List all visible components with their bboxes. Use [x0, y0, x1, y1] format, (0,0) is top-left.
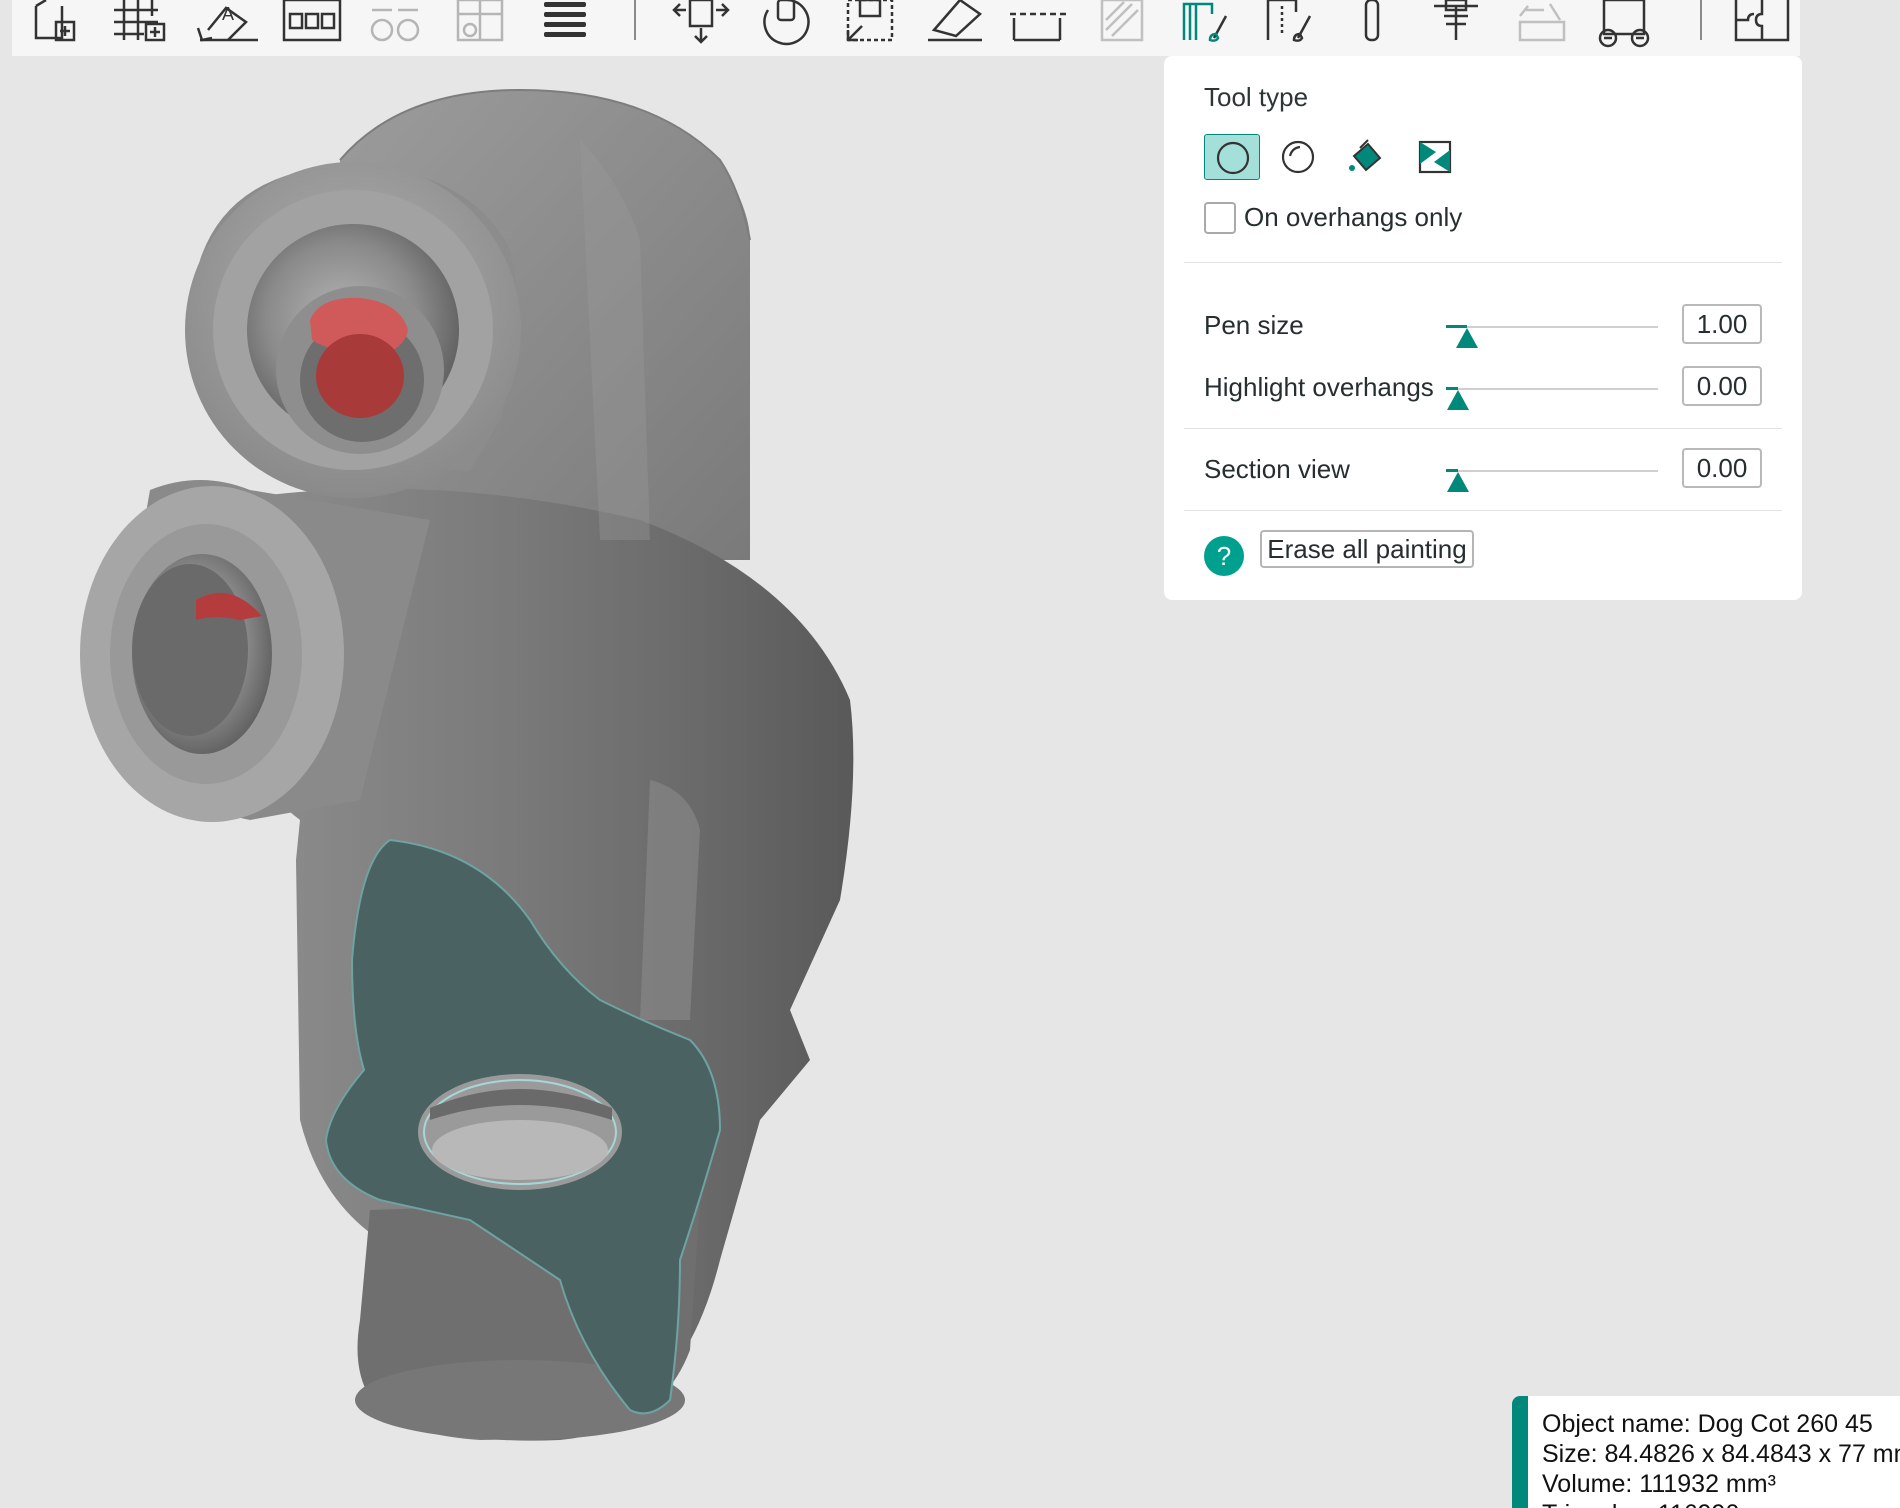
circle-brush-icon: [1216, 141, 1250, 175]
measure-icon[interactable]: [1504, 0, 1576, 52]
circle-brush-button[interactable]: [1204, 134, 1260, 180]
overhangs-only-label: On overhangs only: [1244, 202, 1463, 232]
toolbar-separator: [1700, 0, 1702, 40]
assembly-icon[interactable]: [1588, 0, 1660, 52]
erase-all-painting-button[interactable]: Erase all painting: [1260, 530, 1474, 568]
slider-thumb[interactable]: [1447, 472, 1469, 492]
support-painting-icon[interactable]: [1168, 0, 1240, 52]
fill-bucket-button[interactable]: [1338, 134, 1394, 180]
highlight-overhangs-value[interactable]: 0.00: [1682, 366, 1762, 406]
svg-text:A: A: [222, 4, 234, 24]
gap-fill-icon: [1418, 140, 1452, 174]
add-plate-icon[interactable]: [106, 0, 178, 52]
variable-layer-height-icon[interactable]: [1336, 0, 1408, 52]
slider-thumb[interactable]: [1447, 390, 1469, 410]
object-volume-text: Volume: 111932 mm³: [1542, 1470, 1776, 1498]
tool-type-title: Tool type: [1204, 82, 1309, 112]
upper-boss[interactable]: [185, 162, 521, 498]
add-cube-icon[interactable]: [22, 0, 94, 52]
highlight-overhangs-label: Highlight overhangs: [1204, 372, 1434, 402]
pen-size-slider[interactable]: [1446, 322, 1658, 352]
pen-size-label: Pen size: [1204, 310, 1304, 340]
panel-divider: [1184, 262, 1782, 263]
sphere-brush-button[interactable]: [1270, 134, 1326, 180]
toolbar-separator: [634, 0, 636, 40]
section-view-value[interactable]: 0.00: [1682, 448, 1762, 488]
auto-orient-icon[interactable]: A: [190, 0, 262, 52]
panel-divider: [1184, 510, 1782, 511]
object-triangles-text: Triangles: 116990: [1542, 1500, 1739, 1508]
rotate-icon[interactable]: [748, 0, 820, 52]
section-view-label: Section view: [1204, 454, 1350, 484]
object-info-panel: Object name: Dog Cot 260 45 Size: 84.482…: [1512, 1396, 1900, 1508]
help-icon[interactable]: ?: [1204, 536, 1244, 576]
section-view-slider[interactable]: [1446, 466, 1658, 496]
overhangs-only-checkbox[interactable]: [1204, 202, 1236, 234]
top-toolbar: A: [12, 0, 1800, 56]
blocker-paint-region: [316, 334, 404, 418]
fill-bucket-icon: [1349, 139, 1382, 172]
panel-divider: [1184, 428, 1782, 429]
slider-thumb[interactable]: [1456, 328, 1479, 348]
sphere-brush-icon: [1281, 140, 1315, 174]
object-size-text: Size: 84.4826 x 84.4843 x 77 mm: [1542, 1440, 1900, 1468]
layers-icon[interactable]: [526, 0, 598, 52]
cut-icon[interactable]: [1000, 0, 1072, 52]
mesh-boolean-icon[interactable]: [1084, 0, 1156, 52]
support-paint-panel: Tool type On overhangs only Pen size 1.0…: [1164, 56, 1802, 600]
scale-icon[interactable]: [832, 0, 904, 52]
lay-on-face-icon[interactable]: [916, 0, 988, 52]
highlight-overhangs-slider[interactable]: [1446, 384, 1658, 414]
split-objects-icon[interactable]: [358, 0, 430, 52]
move-icon[interactable]: [664, 0, 736, 52]
color-painting-icon[interactable]: [1420, 0, 1492, 52]
object-name-text: Object name: Dog Cot 260 45: [1542, 1410, 1873, 1438]
split-parts-icon[interactable]: [442, 0, 514, 52]
pen-size-value[interactable]: 1.00: [1682, 304, 1762, 344]
gap-fill-button[interactable]: [1406, 134, 1462, 180]
arrange-icon[interactable]: [274, 0, 346, 52]
seam-painting-icon[interactable]: [1252, 0, 1324, 52]
puzzle-icon[interactable]: [1724, 0, 1796, 52]
